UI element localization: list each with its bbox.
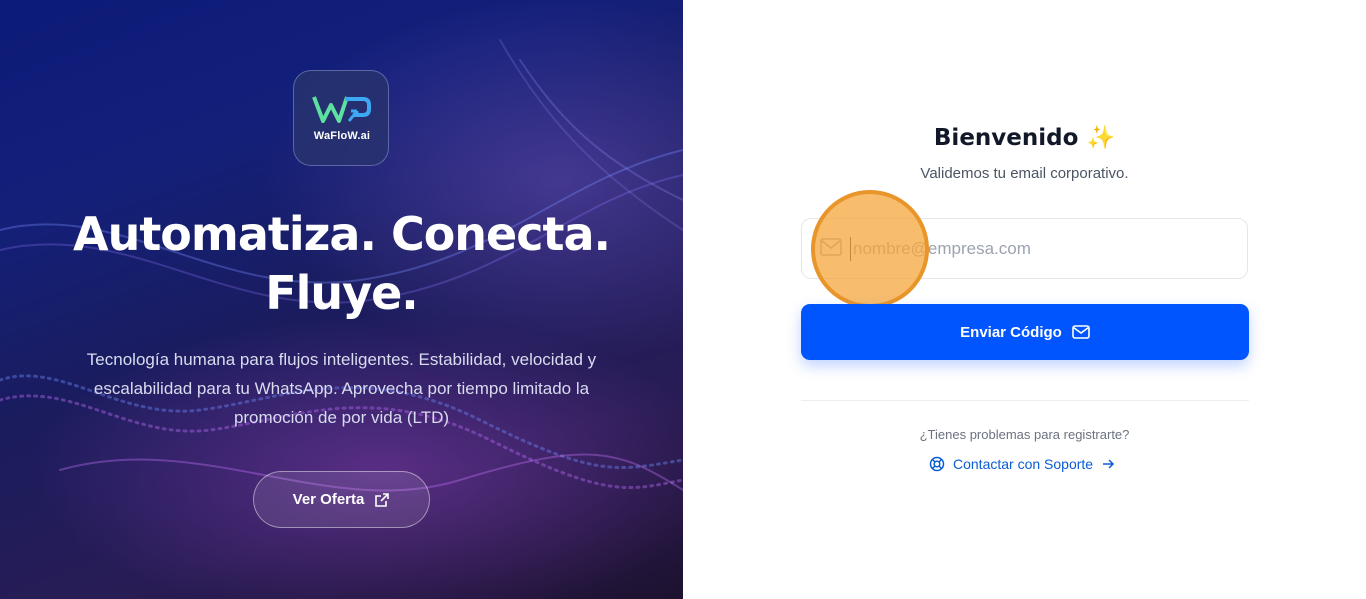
contact-support-link[interactable]: Contactar con Soporte bbox=[929, 454, 1115, 474]
divider bbox=[801, 400, 1249, 401]
login-panel: Bienvenido ✨ Validemos tu email corporat… bbox=[683, 0, 1366, 599]
ver-oferta-label: Ver Oferta bbox=[292, 491, 365, 508]
hero-panel: WaFloW.ai Automatiza. Conecta. Fluye. Te… bbox=[0, 0, 683, 599]
hero-description: Tecnología humana para flujos inteligent… bbox=[86, 350, 597, 427]
mail-send-icon bbox=[1072, 325, 1090, 339]
sparkle-emoji: ✨ bbox=[1086, 125, 1116, 151]
arrow-right-icon bbox=[1103, 459, 1115, 469]
enviar-codigo-button[interactable]: Enviar Código bbox=[801, 304, 1249, 360]
wflow-logo-icon bbox=[312, 96, 371, 123]
headline-line-1: Automatiza. Conecta. bbox=[72, 207, 611, 261]
welcome-title: Bienvenido ✨ bbox=[683, 124, 1366, 151]
email-input[interactable] bbox=[850, 237, 1233, 261]
contact-support-label: Contactar con Soporte bbox=[953, 456, 1094, 472]
enviar-codigo-label: Enviar Código bbox=[960, 323, 1062, 341]
headline-line-2: Fluye. bbox=[265, 266, 419, 320]
external-link-icon bbox=[375, 492, 390, 507]
app-logo: WaFloW.ai bbox=[293, 70, 389, 166]
lifebuoy-icon bbox=[929, 456, 945, 472]
hero-headline: Automatiza. Conecta. Fluye. bbox=[40, 205, 643, 323]
registration-help-text: ¿Tienes problemas para registrarte? bbox=[919, 427, 1130, 442]
welcome-subtitle: Validemos tu email corporativo. bbox=[920, 165, 1129, 182]
logo-text: WaFloW.ai bbox=[313, 130, 371, 142]
ver-oferta-button[interactable]: Ver Oferta bbox=[253, 471, 430, 528]
mail-icon bbox=[820, 238, 842, 256]
welcome-text: Bienvenido bbox=[933, 125, 1079, 151]
email-field[interactable] bbox=[801, 218, 1248, 279]
